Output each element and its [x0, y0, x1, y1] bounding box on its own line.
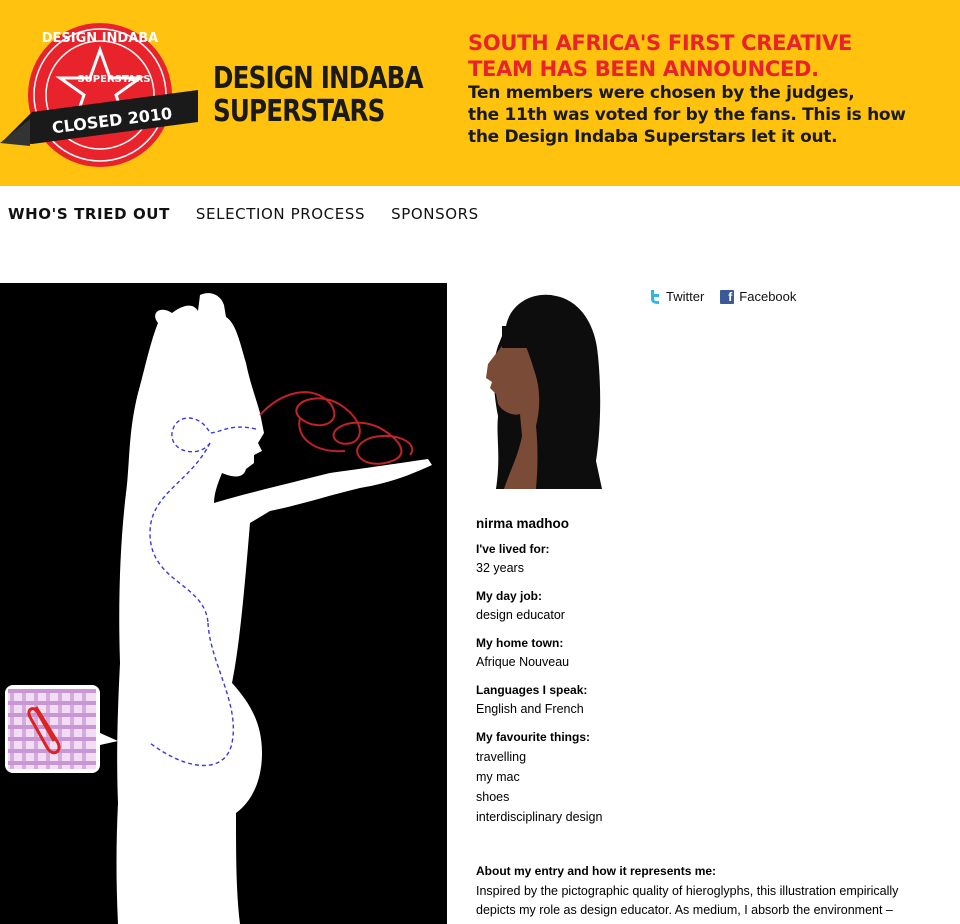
nav-whos-tried-out[interactable]: WHO'S TRIED OUT — [8, 205, 170, 227]
twitter-link[interactable]: Twitter — [649, 289, 704, 304]
twitter-label: Twitter — [666, 289, 705, 304]
announcement-sub-2: the 11th was voted for by the fans. This… — [468, 105, 906, 125]
field-lived: I've lived for: 32 years — [476, 540, 936, 578]
gingham-pattern — [8, 689, 96, 769]
closed-2010-badge-logo[interactable]: DESIGN INDABA SUPERSTARS CLOSED 2010 — [0, 20, 200, 170]
entry-illustration — [5, 293, 432, 924]
facebook-icon: f — [720, 289, 735, 304]
job-value: design educator — [476, 608, 565, 622]
lived-value: 32 years — [476, 561, 524, 575]
field-favourite-things: My favourite things: travelling my mac s… — [476, 728, 936, 827]
profile-details: nirma madhoo I've lived for: 32 years My… — [476, 514, 936, 836]
profile-name: nirma madhoo — [476, 516, 570, 531]
nav-sponsors[interactable]: SPONSORS — [391, 205, 479, 227]
lived-label: I've lived for: — [476, 542, 550, 556]
announcement: SOUTH AFRICA'S FIRST CREATIVE TEAM HAS B… — [468, 30, 948, 148]
field-home-town: My home town: Afrique Nouveau — [476, 634, 936, 672]
announcement-headline-1: SOUTH AFRICA'S FIRST CREATIVE — [468, 31, 853, 55]
logo-line-1: DESIGN INDABA — [213, 61, 424, 96]
site-logo-wordmark[interactable]: DESIGN INDABA SUPERSTARS — [213, 61, 424, 129]
announcement-sub-3: the Design Indaba Superstars let it out. — [468, 127, 838, 147]
nav-selection-process[interactable]: SELECTION PROCESS — [196, 205, 365, 227]
about-entry: About my entry and how it represents me:… — [476, 862, 946, 921]
about-text-line-2: depicts my role as design educator. As m… — [476, 903, 893, 917]
list-item: shoes — [476, 790, 510, 804]
hometown-label: My home town: — [476, 636, 564, 650]
portrait-image — [476, 286, 602, 489]
facebook-label: Facebook — [739, 289, 797, 304]
field-day-job: My day job: design educator — [476, 587, 936, 625]
hometown-value: Afrique Nouveau — [476, 655, 570, 669]
main-nav: WHO'S TRIED OUT SELECTION PROCESS SPONSO… — [8, 205, 479, 227]
site-header: DESIGN INDABA SUPERSTARS CLOSED 2010 DES… — [0, 0, 960, 186]
list-item: my mac — [476, 770, 520, 784]
list-item: travelling — [476, 750, 527, 764]
facebook-link[interactable]: f Facebook — [720, 289, 796, 304]
social-links: Twitter f Facebook — [649, 289, 796, 304]
profile-photo — [476, 286, 602, 489]
languages-value: English and French — [476, 702, 584, 716]
field-languages: Languages I speak: English and French — [476, 681, 936, 719]
announcement-sub-1: Ten members were chosen by the judges, — [468, 83, 855, 103]
list-item: interdisciplinary design — [476, 810, 603, 824]
about-label: About my entry and how it represents me: — [476, 864, 717, 878]
badge-middle-text: SUPERSTARS — [77, 74, 150, 85]
twitter-icon — [651, 289, 659, 304]
entry-artwork — [0, 283, 447, 924]
about-text-line-1: Inspired by the pictographic quality of … — [476, 883, 899, 898]
logo-line-2: SUPERSTARS — [213, 94, 385, 129]
job-label: My day job: — [476, 589, 543, 603]
announcement-headline-2: TEAM HAS BEEN ANNOUNCED. — [468, 57, 819, 81]
things-label: My favourite things: — [476, 730, 591, 744]
languages-label: Languages I speak: — [476, 683, 588, 697]
badge-top-text: DESIGN INDABA — [42, 31, 159, 46]
